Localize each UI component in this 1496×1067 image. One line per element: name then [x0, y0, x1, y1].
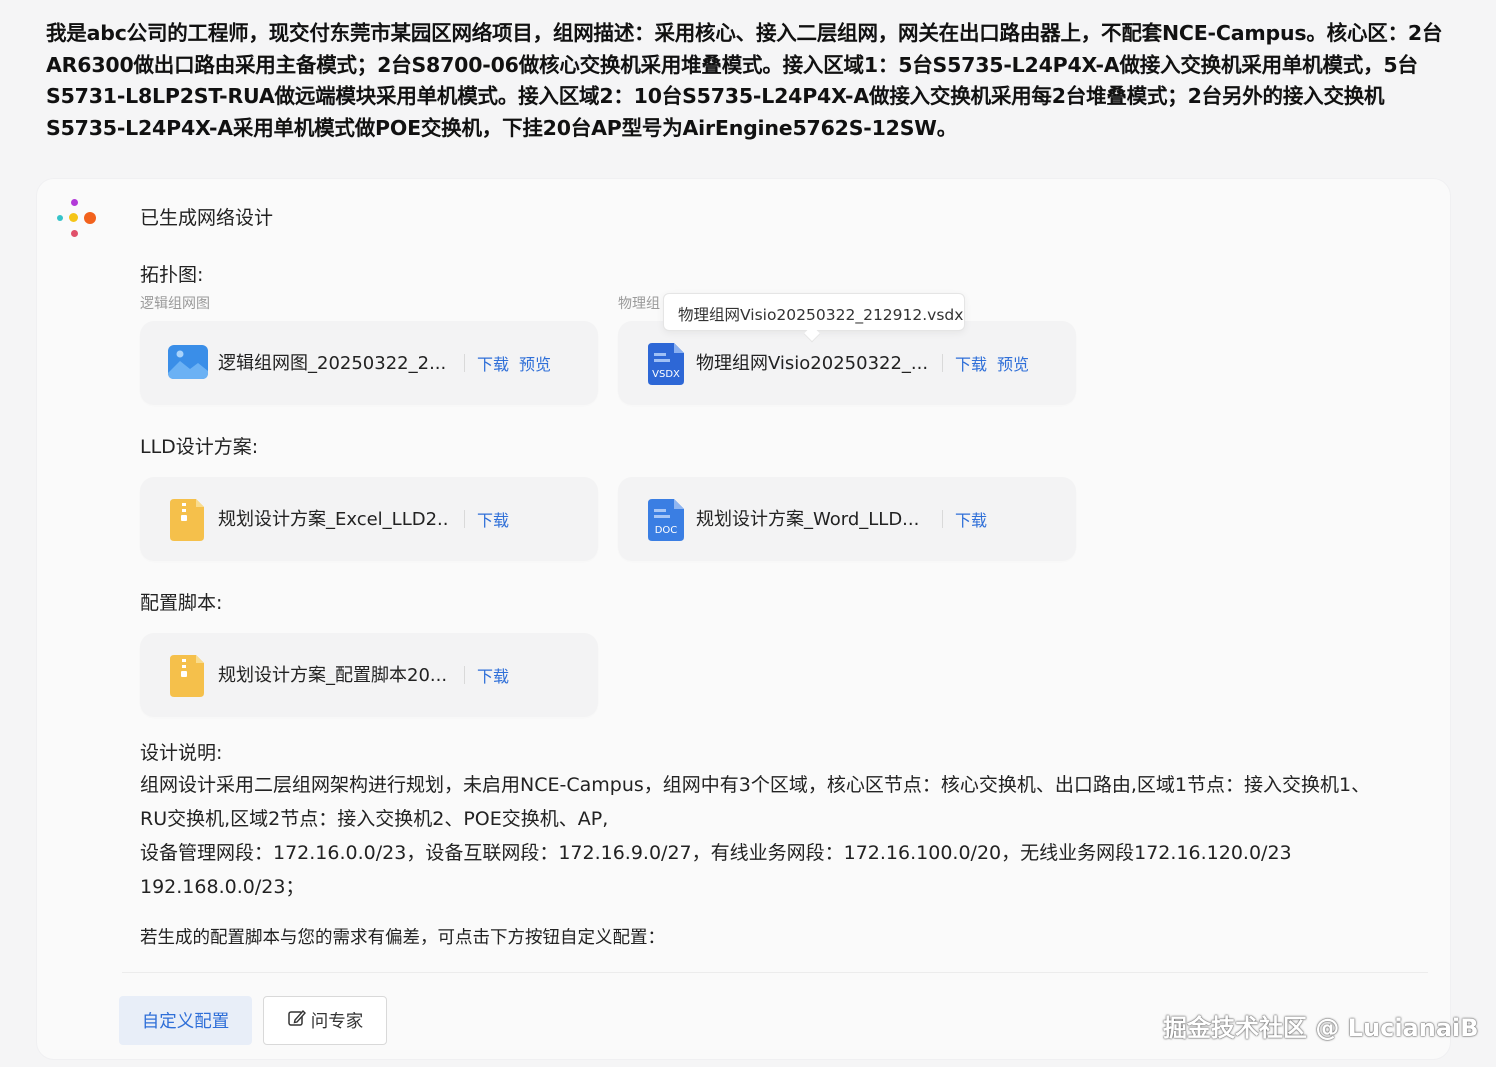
download-link[interactable]: 下载	[477, 663, 509, 687]
preview-link[interactable]: 预览	[997, 351, 1029, 375]
response-heading: 已生成网络设计	[140, 207, 274, 229]
script-label: 配置脚本:	[140, 592, 223, 614]
download-link[interactable]: 下载	[477, 351, 509, 375]
edit-icon	[287, 1008, 307, 1033]
preview-link[interactable]: 预览	[519, 351, 551, 375]
logical-sub-label: 逻辑组网图	[140, 296, 210, 312]
design-line: RU交换机,区域2节点：接入交换机2、POE交换机、AP,	[140, 808, 609, 830]
design-label: 设计说明:	[140, 742, 223, 764]
filename-tooltip: 物理组网Visio20250322_212912.vsdx	[663, 293, 965, 331]
file-card-logical-topology[interactable]: 逻辑组网图_20250322_2... 下载 预览	[140, 321, 598, 405]
user-prompt: 我是abc公司的工程师，现交付东莞市某园区网络项目，组网描述：采用核心、接入二层…	[46, 21, 1443, 140]
divider	[464, 510, 465, 528]
ask-expert-label: 问专家	[310, 1012, 364, 1032]
ask-expert-button[interactable]: 问专家	[263, 996, 387, 1045]
file-card-lld-word[interactable]: DOC 规划设计方案_Word_LLD... 下载	[618, 477, 1076, 561]
custom-config-note: 若生成的配置脚本与您的需求有偏差，可点击下方按钮自定义配置：	[140, 928, 665, 948]
file-name: 物理组网Visio20250322_...	[696, 353, 928, 374]
download-link[interactable]: 下载	[955, 351, 987, 375]
design-line: 组网设计采用二层组网架构进行规划，未启用NCE-Campus，组网中有3个区域，…	[140, 774, 1371, 796]
zip-file-icon	[168, 499, 206, 541]
lld-label: LLD设计方案:	[140, 436, 259, 458]
assistant-logo-icon	[56, 198, 100, 242]
file-card-physical-topology[interactable]: VSDX 物理组网Visio20250322_... 下载 预览	[618, 321, 1076, 405]
file-name: 规划设计方案_Word_LLD...	[696, 509, 920, 530]
design-line: 设备管理网段：172.16.0.0/23，设备互联网段：172.16.9.0/2…	[140, 842, 1292, 864]
physical-sub-label: 物理组	[618, 296, 660, 312]
divider	[122, 972, 1428, 973]
file-name: 规划设计方案_Excel_LLD2...	[218, 509, 450, 530]
custom-config-button[interactable]: 自定义配置	[119, 996, 252, 1045]
download-link[interactable]: 下载	[955, 507, 987, 531]
file-name: 逻辑组网图_20250322_2...	[218, 353, 447, 374]
doc-icon-text: DOC	[655, 525, 678, 536]
zip-file-icon	[168, 655, 206, 697]
topology-label: 拓扑图:	[140, 264, 204, 286]
file-card-lld-excel[interactable]: 规划设计方案_Excel_LLD2... 下载	[140, 477, 598, 561]
design-description: 组网设计采用二层组网架构进行规划，未启用NCE-Campus，组网中有3个区域，…	[140, 768, 1430, 904]
divider	[464, 354, 465, 372]
image-file-icon	[168, 343, 208, 381]
design-line: 192.168.0.0/23；	[140, 876, 305, 898]
vsdx-file-icon: VSDX	[646, 343, 684, 385]
file-name: 规划设计方案_配置脚本20...	[218, 665, 448, 686]
file-card-config-script[interactable]: 规划设计方案_配置脚本20... 下载	[140, 633, 598, 717]
divider	[942, 354, 943, 372]
divider	[942, 510, 943, 528]
download-link[interactable]: 下载	[477, 507, 509, 531]
divider	[464, 666, 465, 684]
vsdx-icon-text: VSDX	[652, 369, 680, 380]
doc-file-icon: DOC	[646, 499, 684, 541]
watermark: 掘金技术社区 @ LucianaiB	[1163, 1014, 1479, 1042]
